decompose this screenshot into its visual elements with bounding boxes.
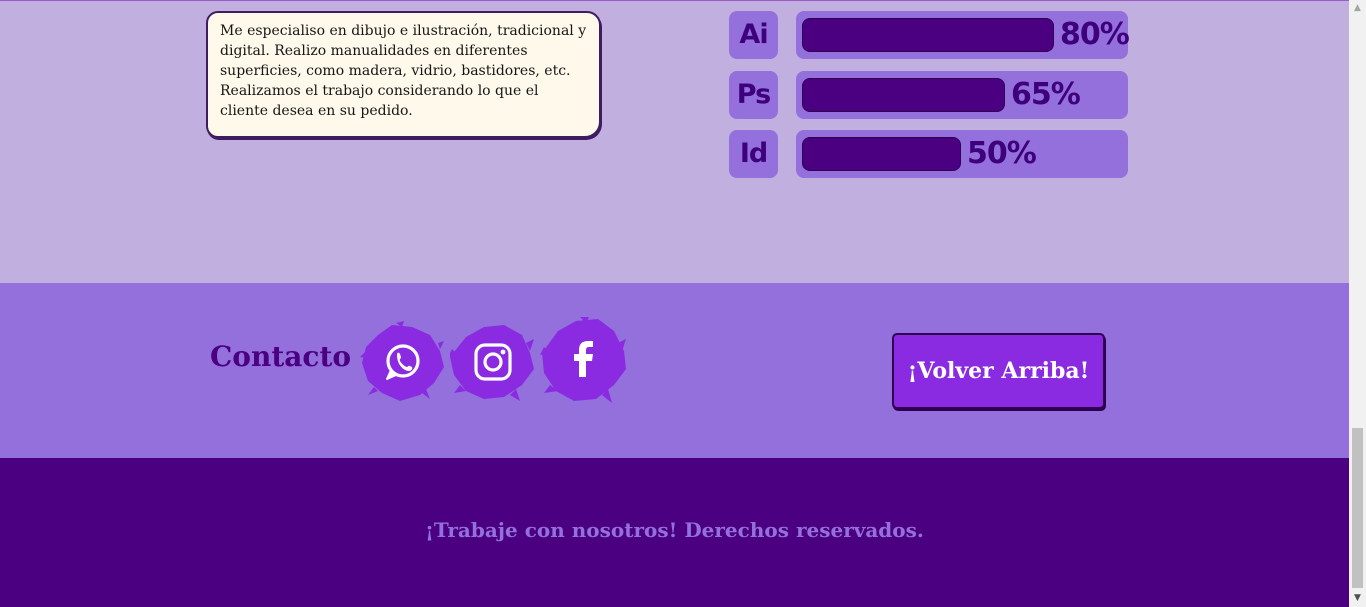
skill-id-badge: Id — [729, 130, 778, 178]
instagram-link[interactable] — [448, 321, 534, 401]
whatsapp-icon — [360, 321, 444, 401]
scrollbar-thumb[interactable] — [1352, 428, 1363, 588]
skill-ai-track: 80% — [796, 11, 1130, 59]
skill-ps-bar — [802, 78, 1005, 112]
skill-id-percent: 50% — [967, 136, 1037, 171]
skill-id-bar — [802, 137, 961, 171]
top-divider — [0, 0, 1349, 1]
skill-ps-track: 65% — [796, 71, 1128, 119]
skill-ai-bar — [802, 18, 1054, 52]
about-description: Me especialiso en dibujo e ilustración, … — [206, 11, 601, 138]
skills-section: Me especialiso en dibujo e ilustración, … — [0, 0, 1349, 283]
skill-ai-badge: Ai — [729, 11, 778, 59]
skill-ps-badge: Ps — [729, 71, 778, 119]
facebook-icon — [540, 315, 626, 403]
contact-title: Contacto — [210, 340, 352, 373]
skill-ai-percent: 80% — [1060, 17, 1130, 52]
scroll-up-arrow-icon[interactable]: ▲ — [1349, 0, 1366, 17]
scroll-down-arrow-icon[interactable]: ▼ — [1349, 590, 1366, 607]
vertical-scrollbar[interactable]: ▲ ▼ — [1349, 0, 1366, 607]
back-to-top-button[interactable]: ¡Volver Arriba! — [892, 333, 1105, 409]
footer-text: ¡Trabaje con nosotros! Derechos reservad… — [425, 518, 924, 542]
instagram-icon — [448, 325, 534, 401]
facebook-link[interactable] — [540, 315, 626, 403]
footer: ¡Trabaje con nosotros! Derechos reservad… — [0, 458, 1349, 607]
skill-ps-percent: 65% — [1011, 77, 1081, 112]
whatsapp-link[interactable] — [360, 321, 444, 401]
contact-section: Contacto ¡Volver Arriba! — [0, 283, 1349, 458]
skill-id-track: 50% — [796, 130, 1128, 178]
